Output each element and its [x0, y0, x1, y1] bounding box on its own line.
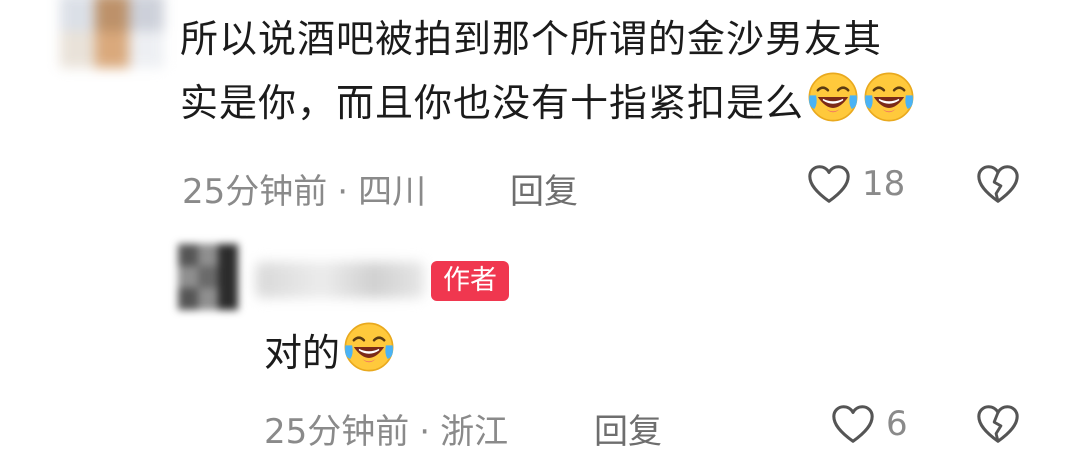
- heart-icon: [806, 162, 852, 206]
- reply-button[interactable]: 回复: [510, 164, 578, 213]
- comment-time: 25分钟前: [182, 172, 328, 212]
- reply-body: 对的: [264, 320, 396, 383]
- dislike-button[interactable]: [975, 162, 1021, 210]
- reply-text: 对的: [264, 331, 341, 375]
- reply-like-count: 6: [886, 404, 908, 444]
- like-count: 18: [862, 164, 906, 204]
- comment-body: 所以说酒吧被拍到那个所谓的金沙男友其 实是你，而且你也没有十指紧扣是么: [180, 8, 1040, 134]
- like-button[interactable]: 18: [806, 162, 905, 206]
- reply-time: 25分钟前: [264, 412, 410, 452]
- comment-thread: 所以说酒吧被拍到那个所谓的金沙男友其 实是你，而且你也没有十指紧扣是么 25分钟…: [0, 0, 1079, 457]
- comment-meta: 25分钟前 · 四川: [182, 164, 426, 213]
- heart-icon: [830, 402, 876, 446]
- avatar[interactable]: [60, 0, 164, 68]
- comment-line-1: 所以说酒吧被拍到那个所谓的金沙男友其: [180, 17, 883, 61]
- face-with-tears-of-joy-icon: [862, 70, 916, 124]
- comment-line-2-text: 实是你，而且你也没有十指紧扣是么: [180, 81, 805, 125]
- meta-separator: ·: [419, 412, 431, 452]
- reply-meta: 25分钟前 · 浙江: [264, 404, 508, 453]
- reply-username-redacted[interactable]: [256, 262, 424, 298]
- broken-heart-icon: [975, 162, 1021, 206]
- meta-separator: ·: [337, 172, 349, 212]
- reply-dislike-button[interactable]: [975, 402, 1021, 450]
- reply-like-button[interactable]: 6: [830, 402, 908, 446]
- comment-line-2: 实是你，而且你也没有十指紧扣是么: [180, 70, 1040, 134]
- reply-reply-button[interactable]: 回复: [594, 404, 662, 453]
- reply-avatar[interactable]: [178, 244, 238, 310]
- author-badge: 作者: [431, 261, 509, 301]
- comment-location: 四川: [358, 172, 427, 212]
- face-with-tears-of-joy-icon: [342, 320, 396, 374]
- broken-heart-icon: [975, 402, 1021, 446]
- face-with-tears-of-joy-icon: [806, 70, 860, 124]
- reply-location: 浙江: [440, 412, 509, 452]
